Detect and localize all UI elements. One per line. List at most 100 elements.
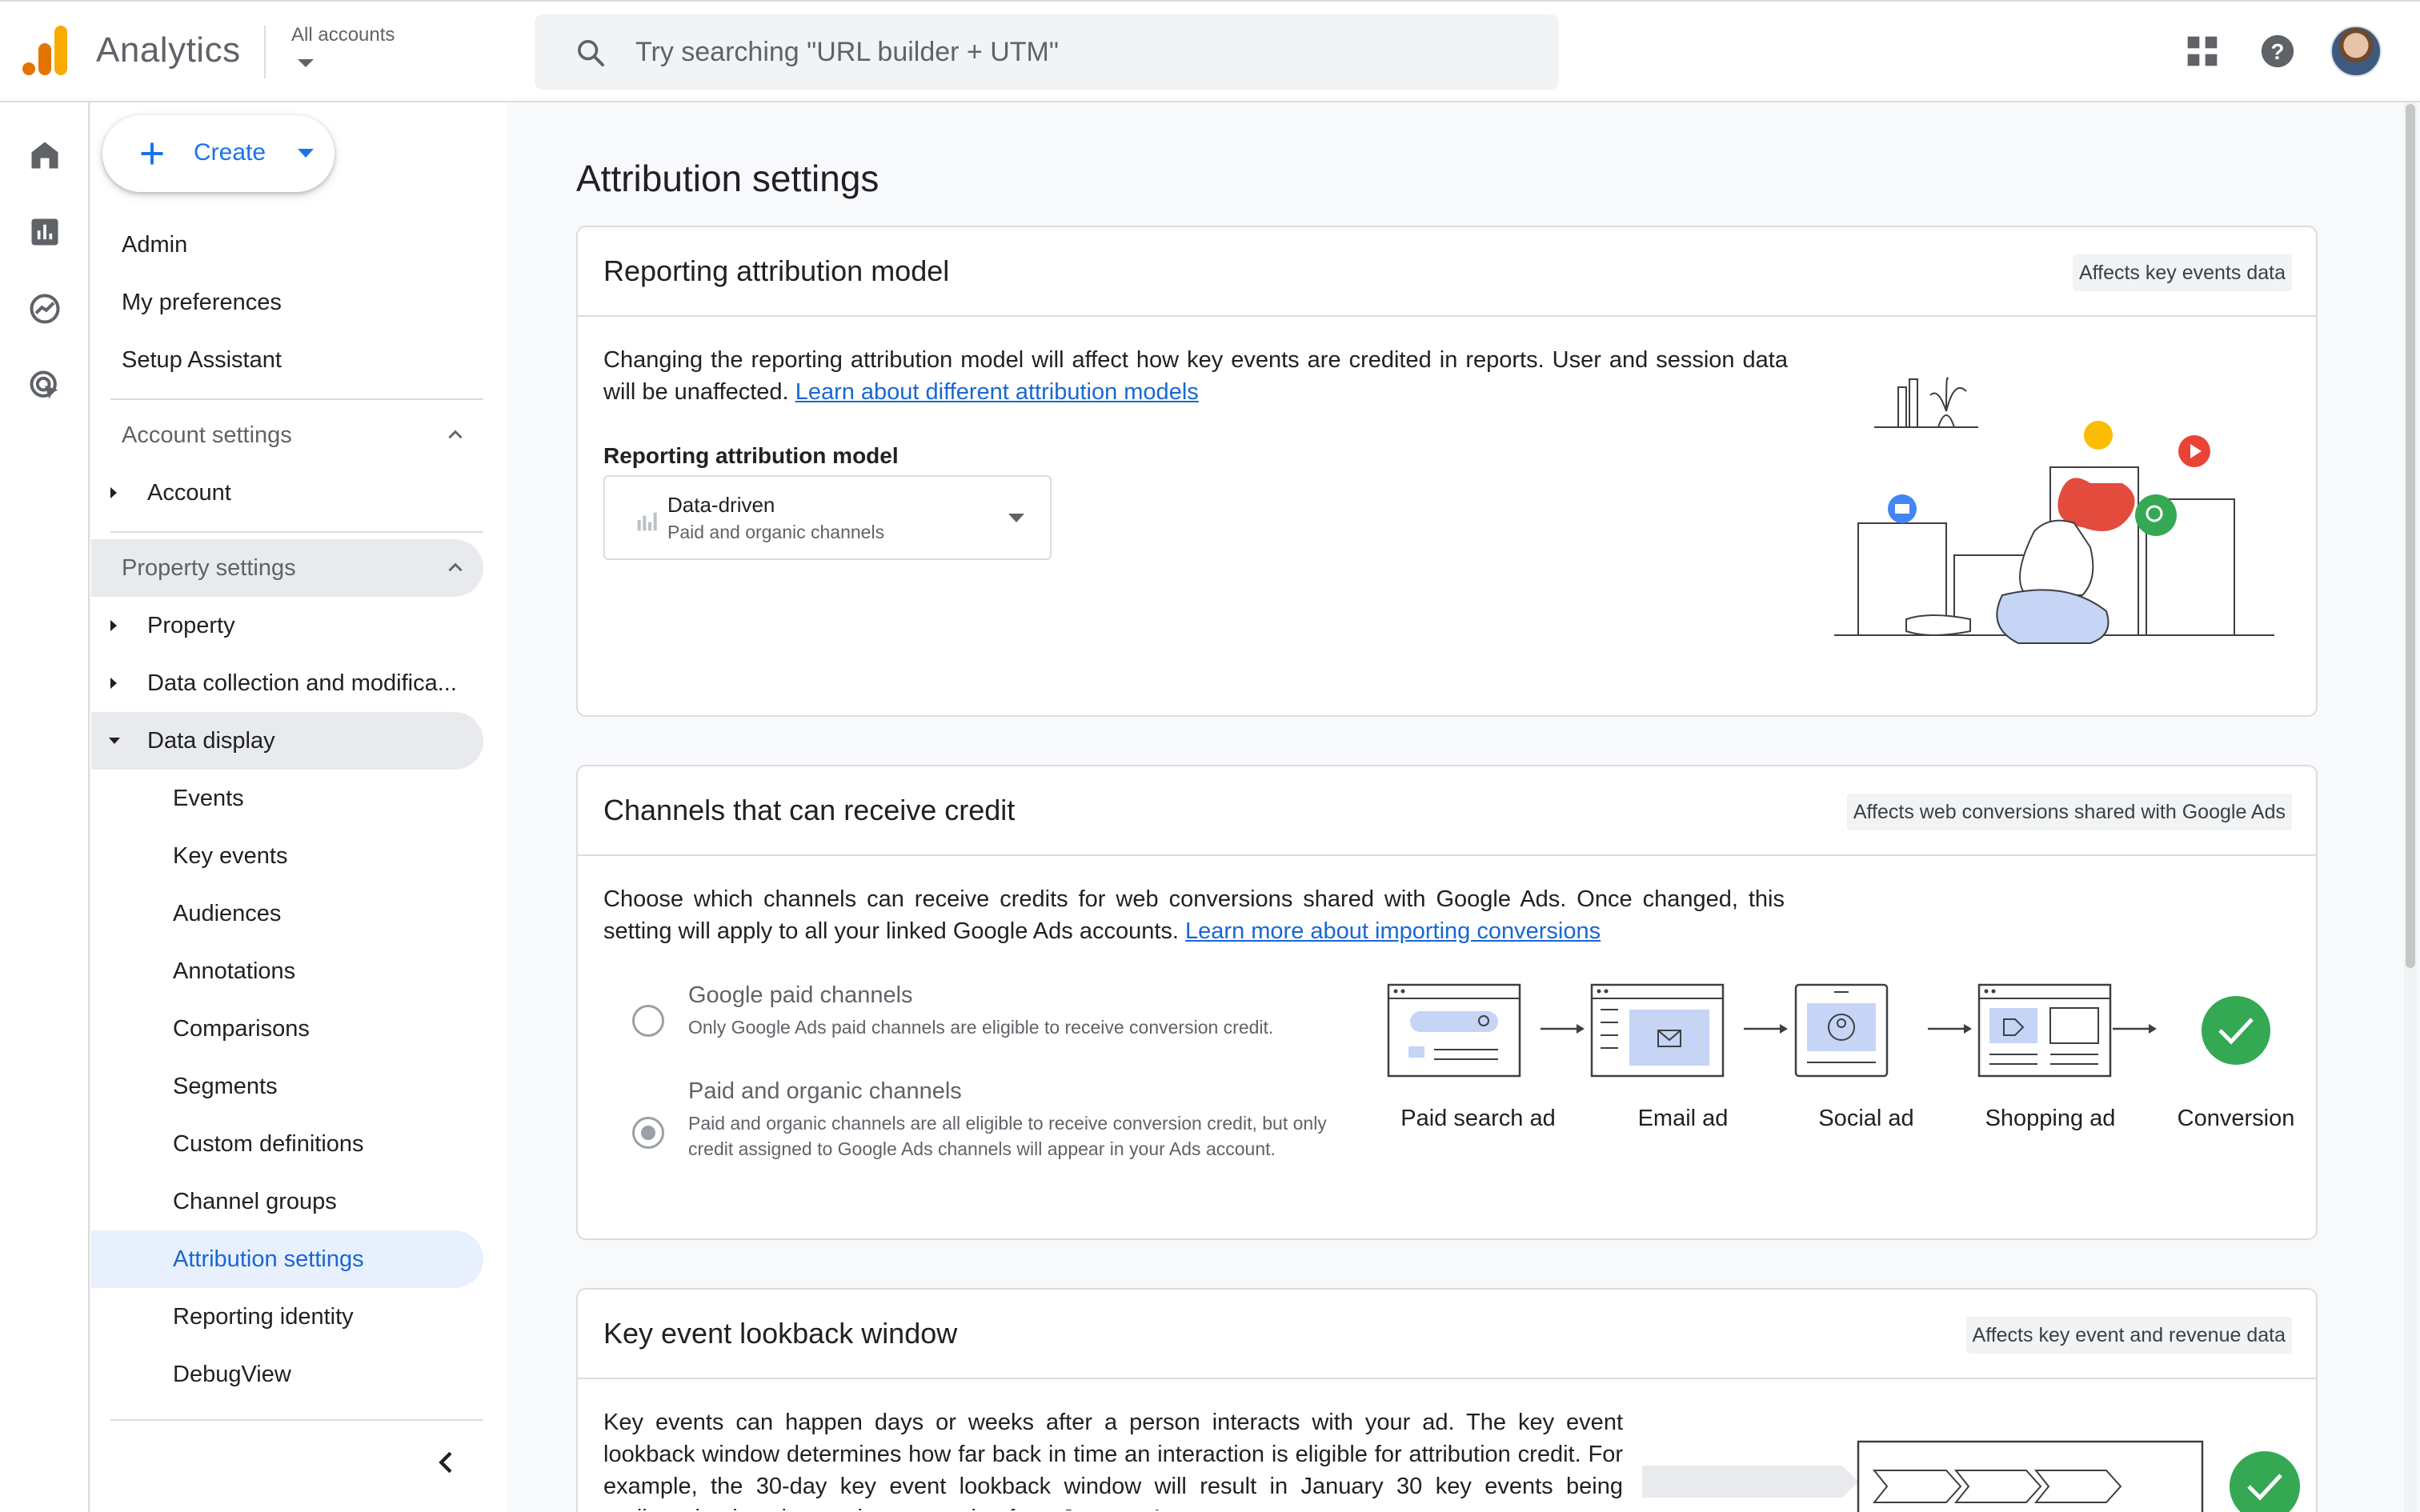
expand-arrow-icon: [110, 620, 117, 631]
nav-divider: [110, 1419, 483, 1421]
app-title: Analytics: [96, 30, 241, 70]
radio-paid-organic[interactable]: [632, 1117, 664, 1149]
card-description: Key events can happen days or weeks afte…: [603, 1410, 1623, 1510]
nav-item-events[interactable]: Events: [91, 770, 483, 827]
nav-item-reporting-identity[interactable]: Reporting identity: [91, 1288, 483, 1346]
nav-item-label: Channel groups: [173, 1188, 337, 1214]
nav-item-label: DebugView: [173, 1361, 291, 1387]
radio-description: Paid and organic channels are all eligib…: [688, 1113, 1327, 1159]
bar-chart-icon: [637, 512, 657, 531]
card-title: Key event lookback window: [603, 1317, 958, 1350]
nav-item-custom-definitions[interactable]: Custom definitions: [91, 1115, 483, 1173]
expand-arrow-icon: [110, 678, 117, 689]
reports-icon[interactable]: [27, 214, 62, 250]
card-header: Channels that can receive credit Affects…: [578, 766, 2316, 856]
nav-item-setup-assistant[interactable]: Setup Assistant: [91, 331, 483, 389]
nav-item-data-display[interactable]: Data display: [91, 712, 483, 770]
flow-label-shopping: Shopping ad: [1985, 1106, 2116, 1131]
nav-item-my-preferences[interactable]: My preferences: [91, 274, 483, 331]
nav-item-label: Segments: [173, 1073, 278, 1099]
check-icon: [2202, 996, 2270, 1065]
nav-item-label: Audiences: [173, 900, 282, 926]
card-header: Key event lookback window Affects key ev…: [578, 1290, 2316, 1379]
search-input[interactable]: [635, 14, 1516, 90]
select-value: Data-driven: [667, 493, 775, 517]
account-picker-caret-icon[interactable]: [298, 59, 314, 67]
nav-item-audiences[interactable]: Audiences: [91, 885, 483, 942]
chevron-down-icon: [1008, 514, 1024, 522]
nav-item-admin[interactable]: Admin: [91, 216, 483, 274]
left-rail: [0, 102, 90, 1512]
shopping-ad-icon: [1977, 983, 2112, 1078]
radio-google-paid[interactable]: [632, 1005, 664, 1037]
card-badge: Affects web conversions shared with Goog…: [1846, 794, 2292, 830]
apps-grid-icon[interactable]: [2185, 34, 2220, 69]
card-badge: Affects key events data: [2072, 254, 2292, 291]
search-bar[interactable]: [535, 14, 1559, 90]
email-ad-icon: [1590, 983, 1725, 1078]
nav-item-account[interactable]: Account: [91, 464, 483, 522]
collapse-arrow-icon: [109, 738, 120, 744]
chevron-down-icon: [298, 149, 314, 158]
radio-description: Only Google Ads paid channels are eligib…: [688, 1017, 1274, 1038]
attribution-model-select[interactable]: Data-driven Paid and organic channels: [603, 475, 1052, 560]
field-label: Reporting attribution model: [603, 443, 899, 468]
nav-item-property[interactable]: Property: [91, 597, 483, 654]
search-icon: [578, 40, 604, 66]
social-ad-icon: [1794, 983, 1889, 1078]
account-picker-label[interactable]: All accounts: [291, 24, 395, 46]
page-title: Attribution settings: [576, 158, 879, 199]
attribution-models-link[interactable]: Learn about different attribution models: [795, 379, 1199, 405]
nav-item-label: Custom definitions: [173, 1130, 364, 1157]
create-button[interactable]: Create: [102, 115, 335, 192]
admin-nav-panel: Create Admin My preferences Setup Assist…: [91, 102, 507, 1512]
channels-card: Channels that can receive credit Affects…: [576, 765, 2318, 1240]
nav-item-label: Setup Assistant: [122, 346, 282, 373]
nav-item-label: Property: [147, 612, 235, 638]
card-title: Channels that can receive credit: [603, 794, 1016, 826]
card-header: Reporting attribution model Affects key …: [578, 227, 2316, 317]
top-bar: Analytics All accounts ?: [0, 0, 2420, 102]
scrollbar-thumb[interactable]: [2406, 104, 2415, 968]
nav-item-channel-groups[interactable]: Channel groups: [91, 1173, 483, 1230]
card-title: Reporting attribution model: [603, 254, 950, 287]
advertising-icon[interactable]: [27, 368, 62, 403]
home-icon[interactable]: [27, 138, 62, 173]
nav-item-annotations[interactable]: Annotations: [91, 942, 483, 1000]
nav-item-label: Events: [173, 785, 244, 811]
nav-item-debugview[interactable]: DebugView: [91, 1346, 483, 1403]
nav-item-label: Reporting identity: [173, 1303, 354, 1330]
chevron-left-icon[interactable]: [431, 1446, 463, 1478]
chevron-up-icon: [448, 562, 463, 572]
nav-section-label: Account settings: [122, 422, 292, 448]
card-description: Changing the reporting attribution model…: [603, 344, 1788, 408]
nav-item-label: Account: [147, 479, 231, 506]
avatar[interactable]: [2330, 26, 2382, 77]
nav-item-label: Key events: [173, 842, 288, 869]
nav-item-label: Annotations: [173, 958, 296, 984]
nav-item-label: Comparisons: [173, 1015, 310, 1042]
analytics-logo-icon[interactable]: [22, 26, 69, 75]
nav-item-attribution-settings[interactable]: Attribution settings: [91, 1230, 483, 1288]
flow-label-paid-search: Paid search ad: [1400, 1106, 1556, 1131]
importing-conversions-link[interactable]: Learn more about importing conversions: [1185, 918, 1601, 944]
nav-item-label: Data collection and modifica...: [147, 670, 457, 696]
nav-item-key-events[interactable]: Key events: [91, 827, 483, 885]
nav-item-data-collection[interactable]: Data collection and modifica...: [91, 654, 483, 712]
attribution-illustration: [1834, 377, 2274, 644]
flow-label-email: Email ad: [1637, 1106, 1729, 1131]
divider: [264, 26, 266, 78]
chevron-up-icon: [448, 430, 463, 439]
nav-item-comparisons[interactable]: Comparisons: [91, 1000, 483, 1058]
help-icon[interactable]: ?: [2260, 34, 2295, 69]
nav-item-segments[interactable]: Segments: [91, 1058, 483, 1115]
card-description: Choose which channels can receive credit…: [603, 883, 1785, 947]
radio-label: Paid and organic channels: [688, 1078, 962, 1104]
scrollbar[interactable]: [2404, 102, 2417, 1512]
flow-label-conversion: Conversion: [2177, 1106, 2295, 1131]
nav-item-label: Admin: [122, 231, 188, 258]
reporting-attribution-model-card: Reporting attribution model Affects key …: [576, 226, 2318, 717]
nav-section-account-settings[interactable]: Account settings: [91, 406, 483, 464]
explore-icon[interactable]: [27, 291, 62, 326]
nav-section-property-settings[interactable]: Property settings: [91, 539, 483, 597]
